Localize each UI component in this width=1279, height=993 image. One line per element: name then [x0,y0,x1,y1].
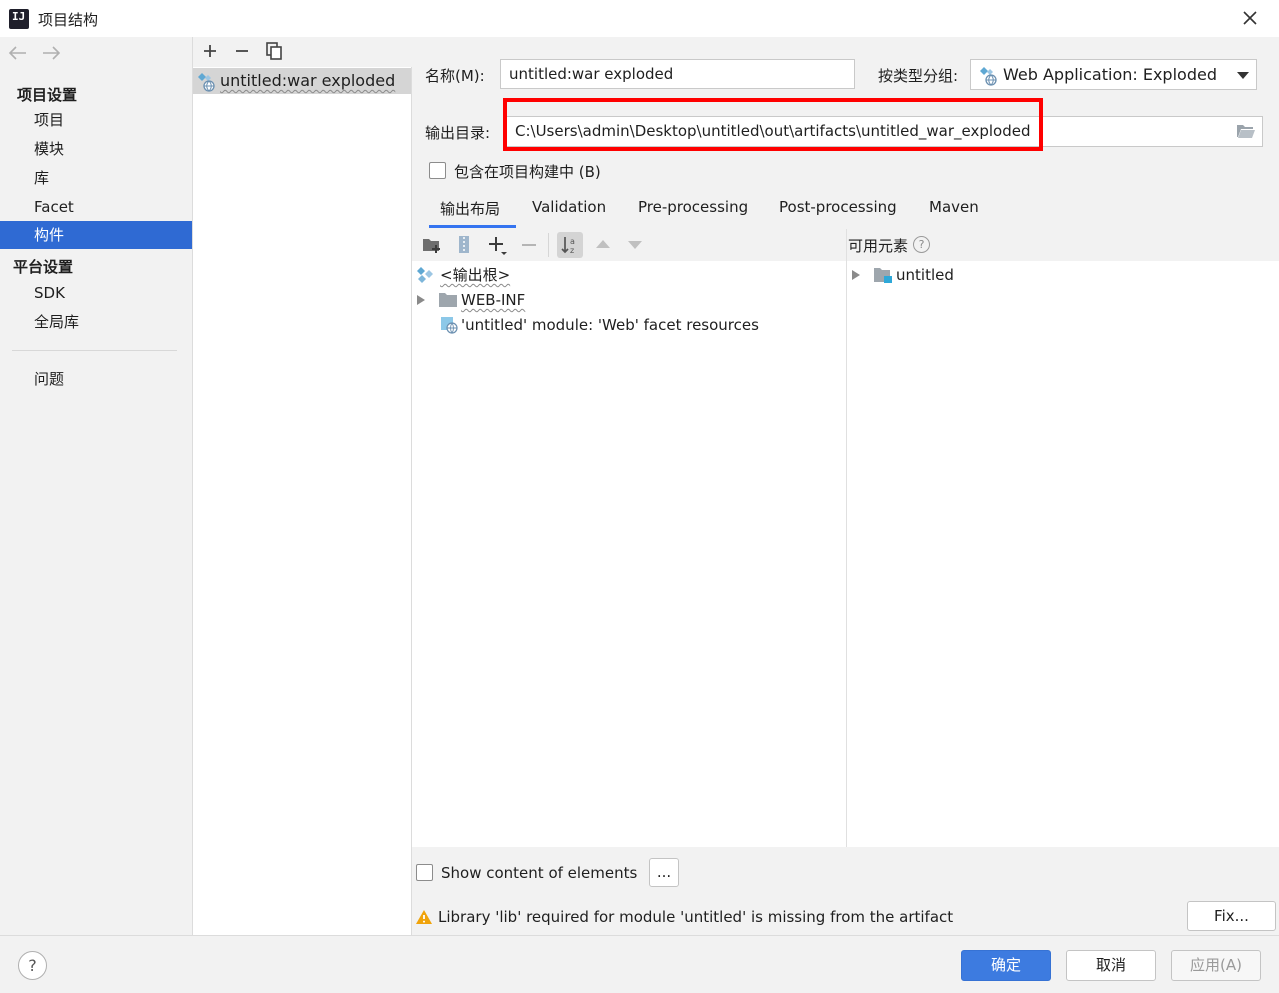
module-folder-icon [874,268,892,283]
sidebar-item-global-libraries[interactable]: 全局库 [0,308,192,336]
tree-item-web-inf[interactable]: WEB-INF [416,288,836,312]
sidebar-item-sdk[interactable]: SDK [0,279,192,307]
web-artifact-icon [198,73,215,92]
sort-alphabetically-toggle[interactable]: a z [557,232,583,258]
dialog-footer: ? 确定 取消 应用(A) [0,935,1279,993]
tree-item-output-root[interactable]: <输出根> [416,263,836,287]
new-directory-icon[interactable] [421,234,443,256]
sidebar-divider [12,350,177,351]
chevron-right-icon[interactable] [416,295,426,305]
svg-text:z: z [570,246,574,255]
output-dir-label: 输出目录: [425,124,491,142]
section-header-project-settings: 项目设置 [17,86,78,104]
type-label: 按类型分组: [878,67,959,85]
type-select[interactable]: Web Application: Exploded [970,59,1257,90]
sort-alphabetically-icon: a z [561,237,575,255]
name-field[interactable]: untitled:war exploded [500,59,855,89]
sidebar-item-libraries[interactable]: 库 [0,164,192,192]
forward-arrow-icon[interactable] [40,43,62,63]
title-bar: IJ 项目结构 [0,0,1279,37]
show-content-checkbox[interactable] [416,864,433,881]
window-title: 项目结构 [38,11,99,29]
sidebar-item-facets[interactable]: Facet [0,193,192,221]
tab-pre-processing[interactable]: Pre-processing [638,198,748,226]
close-icon[interactable] [1240,8,1260,28]
tree-item-label: WEB-INF [461,291,526,309]
back-arrow-icon[interactable] [7,43,29,63]
artifact-list-item[interactable]: untitled:war exploded [193,68,411,94]
archive-icon[interactable] [453,234,475,256]
sidebar-item-artifacts[interactable]: 构件 [0,221,192,249]
intellij-logo-icon: IJ [7,7,31,31]
cancel-button[interactable]: 取消 [1066,950,1156,981]
fix-button[interactable]: Fix... [1187,901,1276,931]
artifact-root-icon [417,267,433,283]
artifact-list-panel: untitled:war exploded [193,37,412,935]
chevron-right-icon[interactable] [851,270,861,280]
show-content-options-button[interactable]: ... [649,858,679,887]
tab-maven[interactable]: Maven [929,198,979,226]
tab-output-layout[interactable]: 输出布局 [440,198,500,226]
artifact-list-item-label: untitled:war exploded [220,71,396,90]
available-elements-header: 可用元素 ? [847,229,1279,261]
ok-button[interactable]: 确定 [961,950,1051,981]
show-content-label: Show content of elements [441,864,638,882]
section-header-platform-settings: 平台设置 [13,258,74,276]
highlight-annotation [503,98,1043,151]
include-in-build-label: 包含在项目构建中 (B) [454,163,601,181]
svg-text:a: a [570,237,575,246]
artifact-settings-panel: 名称(M): untitled:war exploded 按类型分组: Web … [412,37,1279,935]
tab-validation[interactable]: Validation [532,198,606,226]
name-label: 名称(M): [425,67,485,85]
move-up-icon[interactable] [595,239,611,249]
folder-open-icon[interactable] [1236,122,1256,140]
copy-icon[interactable] [263,40,285,62]
tree-item-label: <输出根> [440,266,511,284]
tree-item-web-facet-resources[interactable]: 'untitled' module: 'Web' facet resources [416,313,836,337]
available-elements-pane: 可用元素 ? untitled [847,229,1279,847]
folder-icon [439,293,457,307]
tree-item-label: 'untitled' module: 'Web' facet resources [461,316,759,334]
output-layout-toolbar: a z [412,229,846,261]
output-layout-pane: a z <输出根> WEB-INF 'untitled' module: 'We… [412,229,846,847]
web-artifact-icon [980,67,997,86]
tab-post-processing[interactable]: Post-processing [779,198,897,226]
warning-message: Library 'lib' required for module 'untit… [438,908,954,926]
sidebar-item-project[interactable]: 项目 [0,106,192,134]
apply-button[interactable]: 应用(A) [1171,950,1261,981]
include-in-build-checkbox[interactable] [429,162,446,179]
sidebar-item-modules[interactable]: 模块 [0,135,192,163]
remove-icon[interactable] [231,40,253,62]
toolbar-separator [548,233,549,257]
sidebar-item-problems[interactable]: 问题 [0,365,192,393]
web-facet-icon [441,317,458,334]
settings-sidebar: 项目设置 项目 模块 库 Facet 构件 平台设置 SDK 全局库 问题 [0,37,193,935]
help-button[interactable]: ? [18,951,47,980]
add-icon[interactable] [199,40,221,62]
help-icon[interactable]: ? [913,236,930,253]
type-select-value: Web Application: Exploded [1003,65,1217,84]
tree-item-label: untitled [896,266,954,284]
add-copy-of-icon[interactable] [486,234,508,256]
remove-icon[interactable] [518,234,540,256]
warning-icon [416,910,432,924]
available-elements-title: 可用元素 [848,237,909,255]
move-down-icon[interactable] [627,240,643,250]
chevron-down-icon [1237,72,1249,79]
active-tab-indicator [429,225,516,228]
artifact-list-toolbar [193,37,412,67]
tree-item-untitled-module[interactable]: untitled [851,263,1271,287]
